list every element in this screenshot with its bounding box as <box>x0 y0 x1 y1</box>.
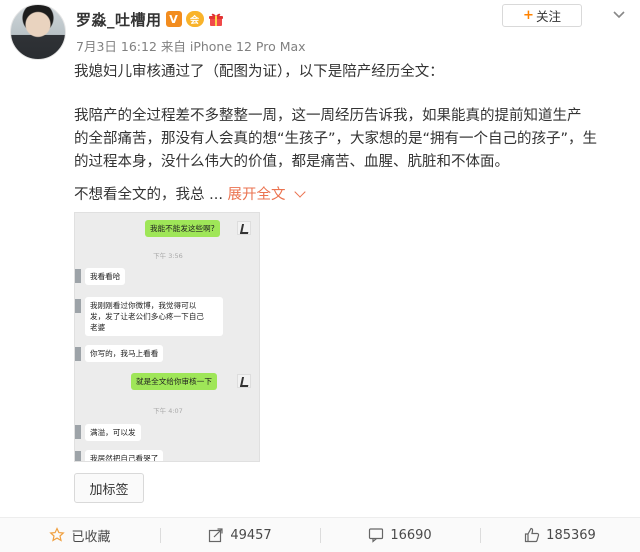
chat-line: 发，发了让老公们多心疼一下自己 <box>90 312 204 321</box>
gift-icon[interactable] <box>208 11 224 27</box>
chat-avatar <box>75 269 81 283</box>
follow-label: 关注 <box>535 9 561 24</box>
verified-badge-icon[interactable]: V <box>165 11 182 27</box>
expand-full-text-link[interactable]: 展开全文 <box>227 186 306 203</box>
chat-bubble: 我能不能发这些啊? <box>145 220 220 237</box>
plus-icon: + <box>523 8 534 23</box>
post-line: 的过程本身，没什么伟大的价值，都是痛苦、血腥、肮脏和不体面。 <box>74 154 509 170</box>
comment-icon <box>369 528 384 543</box>
chat-time: 下午 3:56 <box>153 252 183 260</box>
chat-line: 我刚刚看过你微博，我觉得可以 <box>90 301 197 310</box>
repost-count: 49457 <box>230 527 272 543</box>
star-icon <box>49 527 66 542</box>
chat-bubble: 你写的，我马上看看 <box>85 345 164 362</box>
chevron-down-icon[interactable] <box>612 8 626 22</box>
post-line: 我陪产的全过程差不多整整一周，这一周经历告诉我，如果能真的提前知道生产 <box>74 108 582 124</box>
chevron-down-icon <box>293 186 306 198</box>
comment-button[interactable]: 16690 <box>320 518 480 552</box>
follow-button[interactable]: + 关注 <box>502 4 582 27</box>
repost-icon <box>209 528 223 543</box>
weibo-post-card: 罗淼_吐槽用 V 会 7月3日 16:12 来自 iPhone 12 Pro M… <box>0 0 640 552</box>
chat-bubble: 满溢，可以发 <box>85 424 141 441</box>
chat-bubble: 我刚刚看过你微博，我觉得可以 发，发了让老公们多心疼一下自己 老婆 <box>85 297 223 336</box>
post-line: 的全部痛苦，那没有人会真的想“生孩子”，大家想的是“拥有一个自己的孩子”，生 <box>74 131 598 147</box>
chat-avatar <box>237 221 251 235</box>
chat-time: 下午 4:07 <box>153 407 183 415</box>
favorite-button[interactable]: 已收藏 <box>0 518 160 552</box>
add-tag-button[interactable]: 加标签 <box>74 473 144 503</box>
repost-button[interactable]: 49457 <box>160 518 320 552</box>
avatar[interactable] <box>10 4 66 60</box>
chat-screenshot-image[interactable]: 我能不能发这些啊? 下午 3:56 我看看哈 我刚刚看过你微博，我觉得可以 发，… <box>74 212 260 462</box>
like-count: 185369 <box>546 527 596 543</box>
action-bar: 已收藏 49457 16690 185369 <box>0 517 640 552</box>
truncated-text: 不想看全文的，我总 ... <box>74 187 223 203</box>
chat-avatar <box>75 299 81 313</box>
chat-bubble: 我居然把自己看哭了 <box>85 450 164 461</box>
post-paragraph: 我陪产的全过程差不多整整一周，这一周经历告诉我，如果能真的提前知道生产 的全部痛… <box>74 105 630 174</box>
chat-bubble: 我看看哈 <box>85 268 126 285</box>
vip-badge-icon[interactable]: 会 <box>185 11 204 27</box>
favorite-label: 已收藏 <box>71 529 111 545</box>
post-meta: 7月3日 16:12 来自 iPhone 12 Pro Max <box>76 39 306 54</box>
like-button[interactable]: 185369 <box>480 518 640 552</box>
user-name[interactable]: 罗淼_吐槽用 <box>76 9 162 30</box>
chat-avatar <box>75 347 81 361</box>
chat-avatar <box>75 451 81 461</box>
comment-count: 16690 <box>390 527 432 543</box>
chat-line: 老婆 <box>90 323 106 332</box>
post-line: 我媳妇儿审核通过了（配图为证），以下是陪产经历全文： <box>74 64 444 80</box>
author-row: 罗淼_吐槽用 V 会 <box>76 8 224 30</box>
chat-avatar <box>75 425 81 439</box>
chat-avatar <box>237 374 251 388</box>
chat-bubble: 就是全文给你审核一下 <box>131 373 217 390</box>
post-summary-line: 不想看全文的，我总 ... 展开全文 <box>74 184 630 207</box>
expand-label: 展开全文 <box>227 187 286 203</box>
thumbs-up-icon <box>525 527 540 543</box>
